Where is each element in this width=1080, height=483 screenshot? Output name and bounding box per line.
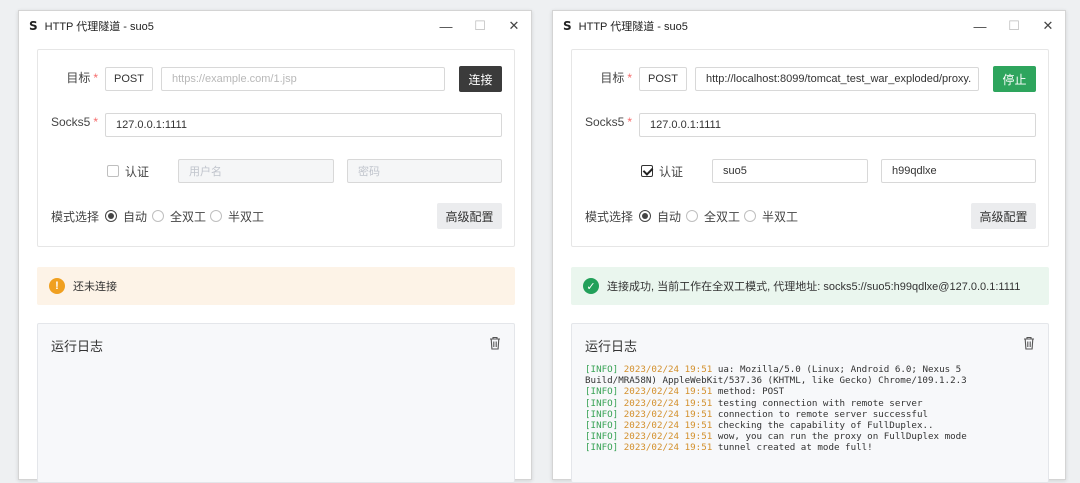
log-line: [INFO] 2023/02/24 19:51 ua: Mozilla/5.0 … (585, 364, 1038, 375)
target-label: 目标 * (66, 71, 98, 85)
mode-radio-half-duplex[interactable] (744, 210, 756, 222)
socks5-address-input[interactable]: 127.0.0.1:1111 (639, 113, 1036, 137)
auth-label: 认证 (125, 165, 150, 179)
log-line: [INFO] 2023/02/24 19:51 method: POST (585, 386, 1038, 397)
log-timestamp: 2023/02/24 19:51 (623, 431, 713, 443)
mode-radio-auto[interactable] (639, 210, 651, 222)
log-line: Build/MRA58N) AppleWebKit/537.36 (KHTML,… (585, 375, 1038, 386)
connection-status-banner: ! 还未连接 (37, 267, 515, 305)
socks5-address-input[interactable]: 127.0.0.1:1111 (105, 113, 502, 137)
config-form: 目标 * POST http://localhost:8099/tomcat_te… (571, 49, 1049, 247)
connection-status-banner: ✓ 连接成功, 当前工作在全双工模式, 代理地址: socks5://suo5:… (571, 267, 1049, 305)
log-message: tunnel created at mode full! (717, 442, 873, 454)
log-line: [INFO] 2023/02/24 19:51 tunnel created a… (585, 442, 1038, 453)
log-message: Build/MRA58N) AppleWebKit/537.36 (KHTML,… (585, 375, 967, 387)
log-level: [INFO] (585, 408, 619, 420)
app-logo-icon: S (29, 19, 38, 33)
mode-option-half-duplex-label: 半双工 (228, 210, 265, 224)
window-title: HTTP 代理隧道 - suo5 (578, 21, 688, 33)
username-input[interactable]: suo5 (712, 159, 868, 183)
log-line: [INFO] 2023/02/24 19:51 testing connecti… (585, 398, 1038, 409)
check-circle-icon: ✓ (583, 278, 599, 294)
log-message: testing connection with remote server (717, 397, 923, 409)
password-input[interactable]: h99qdlxe (881, 159, 1036, 183)
log-message: ua: Mozilla/5.0 (Linux; Android 6.0; Nex… (717, 364, 962, 375)
log-title: 运行日志 (585, 339, 638, 354)
mode-radio-auto[interactable] (105, 210, 117, 222)
log-level: [INFO] (585, 364, 619, 375)
proxy-window-right: S HTTP 代理隧道 - suo5 — ☐ ✕ 目标 * POST http:/… (552, 10, 1066, 483)
mode-option-full-duplex-label: 全双工 (704, 210, 741, 224)
connect-button[interactable]: 连接 (459, 66, 502, 92)
warning-icon: ! (49, 278, 65, 294)
log-level: [INFO] (585, 420, 619, 432)
trash-icon[interactable] (489, 336, 501, 355)
log-timestamp: 2023/02/24 19:51 (623, 397, 713, 409)
log-message: checking the capability of FullDuplex.. (717, 420, 934, 432)
mode-option-auto-label: 自动 (123, 210, 148, 224)
target-label: 目标 * (600, 71, 632, 85)
title-bar: S HTTP 代理隧道 - suo5 — ☐ ✕ (19, 11, 531, 41)
log-message: wow, you can run the proxy on FullDuplex… (717, 431, 967, 443)
log-message: method: POST (717, 386, 785, 398)
proxy-window-left: S HTTP 代理隧道 - suo5 — ☐ ✕ 目标 * POST https:… (18, 10, 532, 483)
mode-radio-full-duplex[interactable] (152, 210, 164, 222)
log-level: [INFO] (585, 431, 619, 443)
target-url-input[interactable]: http://localhost:8099/tomcat_test_war_ex… (695, 67, 979, 91)
auth-checkbox[interactable] (107, 165, 119, 177)
advanced-config-button[interactable]: 高级配置 (437, 203, 502, 229)
log-line: [INFO] 2023/02/24 19:51 checking the cap… (585, 420, 1038, 431)
socks5-label: Socks5 * (50, 115, 98, 129)
log-panel: 运行日志 [INFO] 2023/02/24 19:51 ua: Mozilla… (571, 323, 1049, 483)
minimize-button[interactable]: — (429, 11, 463, 41)
socks5-label: Socks5 * (584, 115, 632, 129)
maximize-button[interactable]: ☐ (463, 11, 497, 41)
log-timestamp: 2023/02/24 19:51 (623, 408, 713, 420)
log-timestamp: 2023/02/24 19:51 (623, 420, 713, 432)
log-level: [INFO] (585, 442, 619, 454)
method-select[interactable]: POST (105, 67, 153, 91)
status-text: 连接成功, 当前工作在全双工模式, 代理地址: socks5://suo5:h9… (607, 281, 1021, 293)
minimize-button[interactable]: — (963, 11, 997, 41)
mode-option-full-duplex-label: 全双工 (170, 210, 207, 224)
config-form: 目标 * POST https://example.com/1.jsp 连接 So… (37, 49, 515, 247)
log-timestamp: 2023/02/24 19:51 (623, 442, 713, 454)
mode-option-half-duplex-label: 半双工 (762, 210, 799, 224)
mode-label: 模式选择 (584, 210, 633, 224)
stop-button[interactable]: 停止 (993, 66, 1036, 92)
window-title: HTTP 代理隧道 - suo5 (44, 21, 154, 33)
close-button[interactable]: ✕ (1031, 11, 1065, 41)
log-panel: 运行日志 (37, 323, 515, 483)
mode-option-auto-label: 自动 (657, 210, 682, 224)
auth-label: 认证 (659, 165, 684, 179)
advanced-config-button[interactable]: 高级配置 (971, 203, 1036, 229)
password-input[interactable]: 密码 (347, 159, 502, 183)
auth-checkbox[interactable] (641, 165, 653, 177)
mode-radio-full-duplex[interactable] (686, 210, 698, 222)
maximize-button[interactable]: ☐ (997, 11, 1031, 41)
username-input[interactable]: 用户名 (178, 159, 334, 183)
title-bar: S HTTP 代理隧道 - suo5 — ☐ ✕ (553, 11, 1065, 41)
log-line: [INFO] 2023/02/24 19:51 connection to re… (585, 409, 1038, 420)
mode-label: 模式选择 (50, 210, 99, 224)
log-title: 运行日志 (51, 339, 104, 354)
log-line: [INFO] 2023/02/24 19:51 wow, you can run… (585, 431, 1038, 442)
status-text: 还未连接 (73, 281, 117, 293)
close-button[interactable]: ✕ (497, 11, 531, 41)
log-level: [INFO] (585, 397, 619, 409)
app-logo-icon: S (563, 19, 572, 33)
log-message: connection to remote server successful (717, 408, 929, 420)
method-select[interactable]: POST (639, 67, 687, 91)
log-level: [INFO] (585, 386, 619, 398)
mode-radio-half-duplex[interactable] (210, 210, 222, 222)
trash-icon[interactable] (1023, 336, 1035, 355)
log-lines: [INFO] 2023/02/24 19:51 ua: Mozilla/5.0 … (585, 364, 1038, 454)
log-timestamp: 2023/02/24 19:51 (623, 386, 713, 398)
log-timestamp: 2023/02/24 19:51 (623, 364, 713, 375)
target-url-input[interactable]: https://example.com/1.jsp (161, 67, 445, 91)
